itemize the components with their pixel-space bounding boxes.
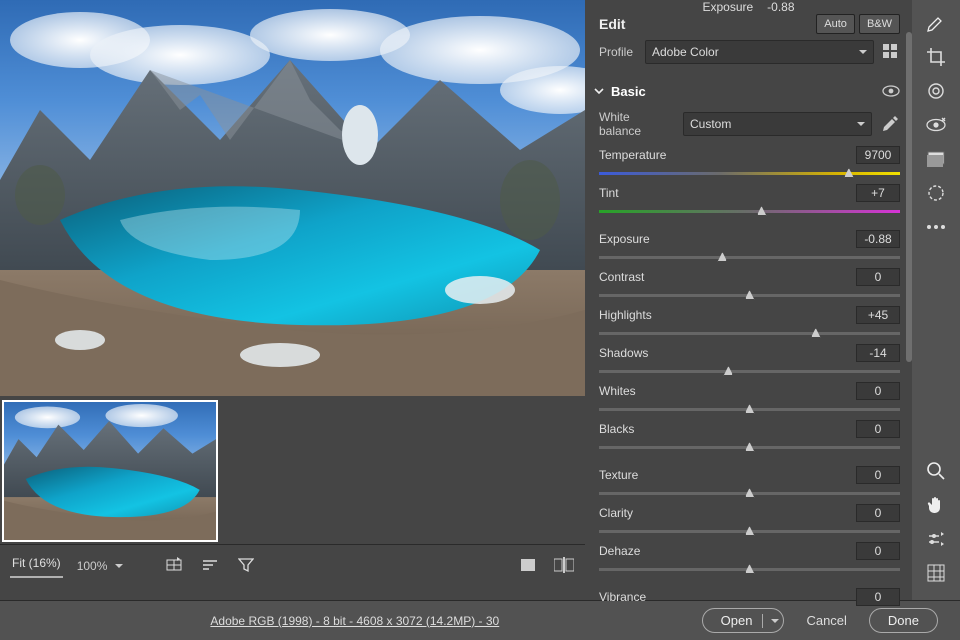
- masking-tool-icon[interactable]: [916, 142, 956, 176]
- texture-value[interactable]: 0: [856, 466, 900, 484]
- fit-zoom-label[interactable]: Fit (16%): [10, 552, 63, 578]
- hand-tool-icon[interactable]: [916, 488, 956, 522]
- temperature-value[interactable]: 9700: [856, 146, 900, 164]
- filter-icon[interactable]: [235, 554, 257, 576]
- panel-title: Edit: [599, 16, 625, 32]
- whites-value[interactable]: 0: [856, 382, 900, 400]
- compare-view-icon[interactable]: [553, 554, 575, 576]
- readout-strip: Exposure -0.88: [585, 0, 912, 14]
- white-balance-select[interactable]: Custom: [683, 112, 872, 136]
- chevron-down-icon: [857, 45, 867, 59]
- bw-button[interactable]: B&W: [859, 14, 900, 34]
- bottom-toolbar: Fit (16%) 100%: [0, 544, 585, 584]
- color-sample-tool-icon[interactable]: [916, 176, 956, 210]
- tint-value[interactable]: +7: [856, 184, 900, 202]
- eyedropper-icon[interactable]: [880, 114, 900, 134]
- temperature-slider[interactable]: Temperature9700: [599, 146, 900, 180]
- tint-slider[interactable]: Tint+7: [599, 184, 900, 218]
- crop-tool-icon[interactable]: [916, 40, 956, 74]
- auto-button[interactable]: Auto: [816, 14, 855, 34]
- clarity-value[interactable]: 0: [856, 504, 900, 522]
- profile-browser-icon[interactable]: [882, 43, 900, 61]
- shadows-value[interactable]: -14: [856, 344, 900, 362]
- sort-icon[interactable]: [199, 554, 221, 576]
- white-balance-label: White balance: [599, 110, 675, 138]
- visibility-toggle-icon[interactable]: [882, 82, 900, 100]
- redeye-tool-icon[interactable]: [916, 108, 956, 142]
- shadows-slider[interactable]: Shadows-14: [599, 344, 900, 378]
- vibrance-slider[interactable]: Vibrance0: [599, 588, 900, 606]
- zoom-tool-icon[interactable]: [916, 454, 956, 488]
- vibrance-value[interactable]: 0: [856, 588, 900, 606]
- edit-tool-icon[interactable]: [916, 6, 956, 40]
- blacks-value[interactable]: 0: [856, 420, 900, 438]
- scrollbar[interactable]: [906, 32, 912, 362]
- clarity-slider[interactable]: Clarity0: [599, 504, 900, 538]
- contrast-value[interactable]: 0: [856, 268, 900, 286]
- healing-tool-icon[interactable]: [916, 74, 956, 108]
- contrast-slider[interactable]: Contrast0: [599, 268, 900, 302]
- zoom-100-button[interactable]: 100%: [77, 557, 124, 573]
- cycle-grid-icon[interactable]: [163, 554, 185, 576]
- image-preview[interactable]: [0, 0, 585, 396]
- edit-panel: Exposure -0.88 Edit Auto B&W Profile Ado…: [585, 0, 912, 600]
- exposure-value[interactable]: -0.88: [856, 230, 900, 248]
- whites-slider[interactable]: Whites0: [599, 382, 900, 416]
- texture-slider[interactable]: Texture0: [599, 466, 900, 500]
- thumbnail-selected[interactable]: [2, 400, 218, 542]
- chevron-down-icon: [855, 117, 865, 131]
- dehaze-value[interactable]: 0: [856, 542, 900, 560]
- blacks-slider[interactable]: Blacks0: [599, 420, 900, 454]
- more-icon[interactable]: [916, 210, 956, 244]
- chevron-down-icon: [113, 559, 123, 573]
- highlights-slider[interactable]: Highlights+45: [599, 306, 900, 340]
- local-adjust-tool-icon[interactable]: [916, 522, 956, 556]
- chevron-down-icon: [593, 85, 605, 97]
- highlights-value[interactable]: +45: [856, 306, 900, 324]
- single-view-icon[interactable]: [517, 554, 539, 576]
- filmstrip: [0, 396, 585, 544]
- dehaze-slider[interactable]: Dehaze0: [599, 542, 900, 576]
- tool-column: [912, 0, 960, 600]
- profile-label: Profile: [599, 45, 637, 59]
- exposure-slider[interactable]: Exposure-0.88: [599, 230, 900, 264]
- basic-section-header[interactable]: Basic: [585, 74, 912, 106]
- grid-view-icon[interactable]: [916, 556, 956, 590]
- profile-select[interactable]: Adobe Color: [645, 40, 874, 64]
